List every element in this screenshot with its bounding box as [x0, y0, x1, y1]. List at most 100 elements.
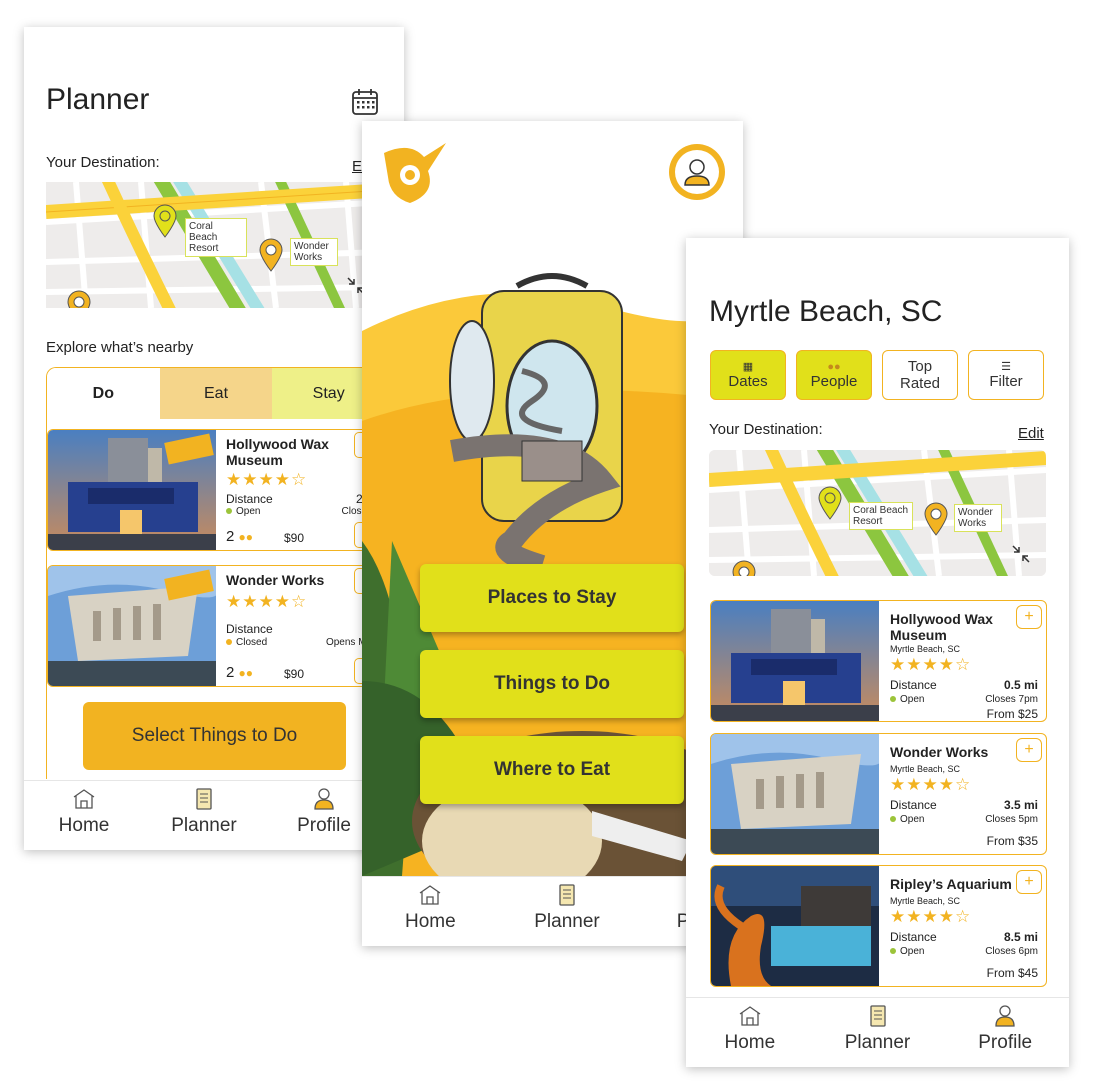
rating-stars: ★★★★☆: [226, 592, 308, 611]
tab-profile[interactable]: Profile: [941, 998, 1069, 1067]
people-chip[interactable]: ●● People: [796, 350, 872, 400]
places-to-stay-button[interactable]: Places to Stay: [420, 564, 684, 632]
map-pin-icon[interactable]: [152, 204, 178, 238]
list-item[interactable]: Ripley’s Aquarium Myrtle Beach, SC ★★★★☆…: [710, 865, 1047, 987]
tab-do[interactable]: Do: [47, 368, 160, 419]
add-button[interactable]: +: [1016, 738, 1042, 762]
page-title: Planner: [46, 83, 150, 116]
planner-icon: [196, 788, 212, 810]
home-icon: [73, 789, 95, 809]
map-label-resort: Coral Beach Resort: [849, 502, 913, 530]
bottom-nav: Home Planner Profile: [686, 997, 1069, 1067]
price: From $35: [986, 834, 1038, 848]
map-label-attraction: Wonder Works: [290, 238, 338, 266]
attraction-location: Myrtle Beach, SC: [890, 764, 961, 774]
profile-icon: [995, 1005, 1015, 1027]
list-item[interactable]: Hollywood Wax Museum Myrtle Beach, SC ★★…: [710, 600, 1047, 722]
people-count: 2 ●●: [226, 664, 254, 681]
attraction-photo: [48, 430, 216, 550]
list-item[interactable]: Hollywood Wax Museum ★★★★☆ Distance 2.5 …: [47, 429, 387, 551]
page-title: Myrtle Beach, SC: [709, 295, 943, 328]
attraction-name: Ripley’s Aquarium: [890, 876, 1012, 892]
distance-label: Distance: [226, 622, 273, 636]
people-icon: ●●: [827, 360, 841, 373]
destination-label: Your Destination:: [709, 421, 823, 438]
hours-text: Closes 5pm: [985, 814, 1038, 825]
attraction-photo: [711, 866, 879, 986]
profile-icon: [314, 788, 334, 810]
category-tabs: Do Eat Stay: [46, 367, 386, 419]
price: From $25: [986, 707, 1038, 721]
attraction-photo: [48, 566, 216, 686]
list-item[interactable]: Wonder Works Myrtle Beach, SC ★★★★☆ Dist…: [710, 733, 1047, 855]
destination-map[interactable]: Coral Beach Resort Wonder Works: [709, 450, 1046, 576]
map-label-resort: Coral Beach Resort: [185, 218, 247, 257]
attraction-location: Myrtle Beach, SC: [890, 644, 961, 654]
open-status: Open: [226, 506, 260, 517]
distance-value: 3.5 mi: [1003, 798, 1038, 812]
rating-stars: ★★★★☆: [890, 907, 972, 926]
home-icon: [739, 1006, 761, 1026]
edit-destination-link[interactable]: Edit: [1018, 425, 1044, 442]
destination-map[interactable]: Coral Beach Resort Wonder Works: [46, 182, 386, 308]
tab-planner[interactable]: Planner: [144, 781, 264, 850]
attraction-location: Myrtle Beach, SC: [890, 896, 961, 906]
people-icon: ●●: [238, 666, 254, 680]
price: $90: [284, 531, 305, 545]
tab-planner[interactable]: Planner: [499, 877, 636, 946]
home-icon: [419, 885, 441, 905]
tab-home[interactable]: Home: [24, 781, 144, 850]
distance-label: Distance: [890, 678, 937, 692]
distance-label: Distance: [890, 930, 937, 944]
attraction-name: Hollywood Wax Museum: [890, 611, 993, 643]
hours-text: Closes 7pm: [985, 694, 1038, 705]
distance-label: Distance: [890, 798, 937, 812]
people-count: 2 ●●: [226, 528, 254, 545]
filter-chip[interactable]: ☰ Filter: [968, 350, 1044, 400]
attraction-name: Wonder Works: [226, 572, 325, 588]
tab-eat[interactable]: Eat: [159, 368, 273, 419]
attraction-name: Wonder Works: [890, 744, 989, 760]
open-status: Closed: [226, 637, 267, 648]
collapse-icon[interactable]: [1009, 542, 1033, 566]
map-pin-icon[interactable]: [258, 238, 284, 272]
open-status: Open: [890, 814, 924, 825]
distance-value: 8.5 mi: [1003, 930, 1038, 944]
avatar-icon[interactable]: [668, 143, 726, 201]
planner-icon: [559, 884, 575, 906]
attraction-photo: [711, 601, 879, 721]
filter-icon: ☰: [1001, 360, 1011, 373]
where-to-eat-button[interactable]: Where to Eat: [420, 736, 684, 804]
logo-icon[interactable]: [380, 141, 448, 205]
tab-planner[interactable]: Planner: [814, 998, 942, 1067]
add-button[interactable]: +: [1016, 605, 1042, 629]
price: $90: [284, 667, 305, 681]
rating-stars: ★★★★☆: [890, 655, 972, 674]
attraction-photo: [711, 734, 879, 854]
calendar-icon[interactable]: [350, 87, 380, 117]
map-pin-icon[interactable]: [817, 486, 843, 520]
things-to-do-button[interactable]: Things to Do: [420, 650, 684, 718]
tab-home[interactable]: Home: [686, 998, 814, 1067]
planner-icon: [869, 1005, 886, 1027]
distance-value: 0.5 mi: [1003, 678, 1038, 692]
destination-screen: Myrtle Beach, SC ▦ Dates ●● People Top Rat…: [686, 238, 1069, 1067]
map-pin-icon[interactable]: [66, 290, 92, 308]
attraction-name: Hollywood Wax Museum: [226, 436, 329, 468]
calendar-icon: ▦: [742, 360, 754, 373]
list-item[interactable]: Wonder Works ★★★★☆ Distance 5 Closed Ope…: [47, 565, 387, 687]
open-status: Open: [890, 946, 924, 957]
distance-label: Distance: [226, 492, 273, 506]
map-label-attraction: Wonder Works: [954, 504, 1002, 532]
dates-chip[interactable]: ▦ Dates: [710, 350, 786, 400]
select-things-button[interactable]: Select Things to Do: [83, 702, 346, 770]
hours-text: Closes 6pm: [985, 946, 1038, 957]
filter-chips: ▦ Dates ●● People Top Rated ☰ Filter: [710, 350, 1044, 400]
map-pin-icon[interactable]: [923, 502, 949, 536]
top-rated-chip[interactable]: Top Rated: [882, 350, 958, 400]
people-icon: ●●: [238, 530, 254, 544]
map-pin-icon[interactable]: [731, 560, 757, 576]
tab-home[interactable]: Home: [362, 877, 499, 946]
add-button[interactable]: +: [1016, 870, 1042, 894]
price: From $45: [986, 966, 1038, 980]
